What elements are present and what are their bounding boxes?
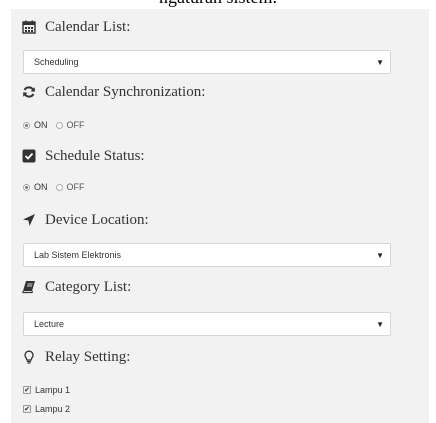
schedule-status-off-option[interactable]: OFF xyxy=(55,182,85,192)
category-list-heading: Category List: xyxy=(21,276,131,298)
calendar-sync-off-option[interactable]: OFF xyxy=(55,120,85,130)
category-list-value: Lecture xyxy=(34,319,65,329)
caret-down-icon: ▼ xyxy=(376,250,384,260)
device-location-value: Lab Sistem Elektronis xyxy=(34,250,122,260)
relay-item-label: Lampu 2 xyxy=(35,404,71,414)
book-icon xyxy=(21,279,37,295)
relay-setting-heading: Relay Setting: xyxy=(21,346,130,368)
settings-panel: Calendar List: Scheduling ▼ Calendar Syn… xyxy=(11,9,429,423)
calendar-sync-options: ON OFF xyxy=(23,117,93,133)
location-arrow-icon xyxy=(21,212,37,228)
relay-checkbox[interactable]: ✔ xyxy=(23,386,31,394)
page-caption: ngaturan sistem. xyxy=(0,0,436,9)
relay-setting-label: Relay Setting: xyxy=(45,348,131,365)
caret-down-icon: ▼ xyxy=(376,319,384,329)
radio-on[interactable] xyxy=(23,121,30,129)
checkbox-icon xyxy=(21,148,37,164)
relay-checkbox[interactable]: ✔ xyxy=(23,405,31,413)
schedule-status-label: Schedule Status: xyxy=(45,147,145,164)
category-list-label: Category List: xyxy=(45,278,132,295)
lightbulb-icon xyxy=(21,349,37,365)
schedule-status-options: ON OFF xyxy=(23,179,93,195)
relay-item-lampu-1[interactable]: ✔ Lampu 1 xyxy=(23,383,70,397)
calendar-list-heading: Calendar List: xyxy=(21,16,130,38)
radio-on[interactable] xyxy=(23,183,30,191)
refresh-icon xyxy=(21,84,37,100)
calendar-sync-heading: Calendar Synchronization: xyxy=(21,81,205,103)
radio-off[interactable] xyxy=(55,183,63,191)
schedule-status-heading: Schedule Status: xyxy=(21,145,145,167)
calendar-icon xyxy=(21,19,37,35)
calendar-list-select[interactable]: Scheduling ▼ xyxy=(23,50,391,74)
relay-item-label: Lampu 1 xyxy=(35,385,71,395)
device-location-label: Device Location: xyxy=(45,211,149,228)
category-list-select[interactable]: Lecture ▼ xyxy=(23,312,391,336)
calendar-list-label: Calendar List: xyxy=(45,18,131,35)
relay-item-lampu-2[interactable]: ✔ Lampu 2 xyxy=(23,402,70,416)
radio-off[interactable] xyxy=(55,121,63,129)
calendar-list-value: Scheduling xyxy=(34,57,79,67)
schedule-status-on-option[interactable]: ON xyxy=(23,182,48,192)
calendar-sync-on-option[interactable]: ON xyxy=(23,120,48,130)
calendar-sync-label: Calendar Synchronization: xyxy=(45,83,206,100)
device-location-heading: Device Location: xyxy=(21,209,149,231)
caret-down-icon: ▼ xyxy=(376,57,384,67)
device-location-select[interactable]: Lab Sistem Elektronis ▼ xyxy=(23,243,391,267)
